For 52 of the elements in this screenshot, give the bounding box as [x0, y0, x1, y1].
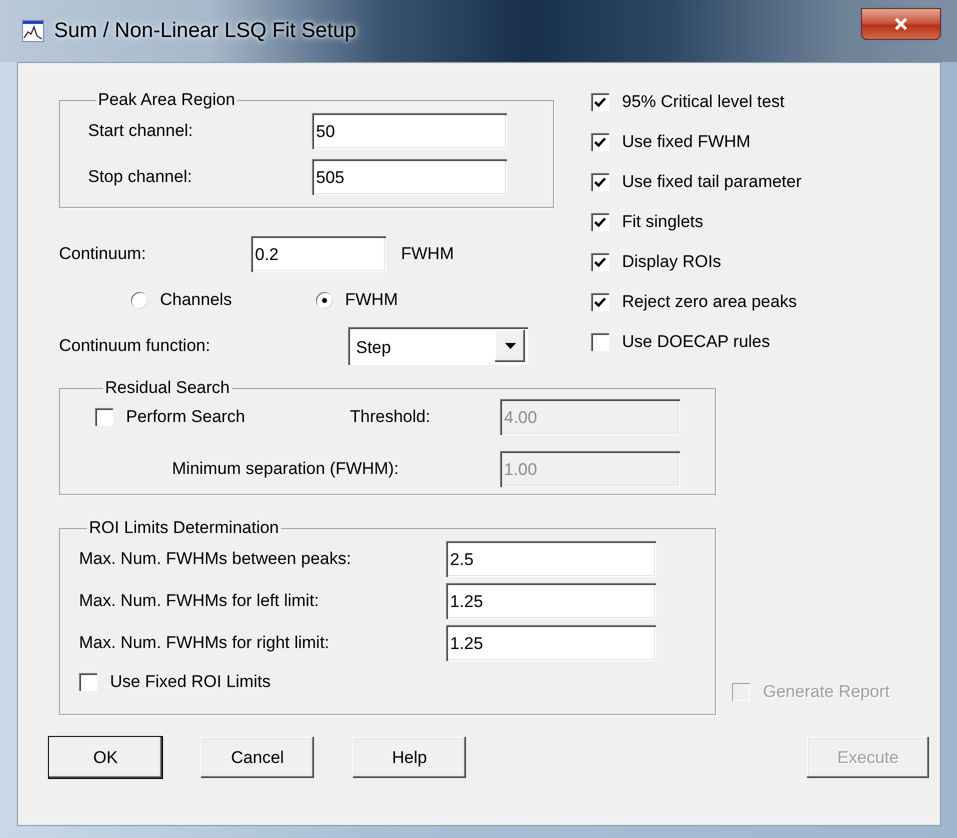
caret-icon	[504, 343, 516, 349]
field-label: Max. Num. FWHMs for left limit:	[79, 591, 320, 611]
checkbox-label: Display ROIs	[622, 252, 722, 272]
chart-icon	[22, 20, 44, 42]
checkbox-label: 95% Critical level test	[622, 92, 785, 112]
unit-label: FWHM	[401, 244, 454, 264]
field-label: Threshold:	[350, 407, 432, 427]
dialog-button[interactable]: Help	[353, 737, 466, 778]
radio-label: FWHM	[345, 290, 398, 310]
field-label: Max. Num. FWHMs for right limit:	[79, 633, 330, 653]
dialog-button[interactable]: OK	[49, 737, 162, 778]
dialog-button[interactable]: Cancel	[201, 737, 314, 778]
checkbox[interactable]	[591, 333, 609, 351]
radio-button[interactable]	[316, 292, 333, 308]
checkbox[interactable]	[591, 133, 609, 151]
radio-button[interactable]	[131, 292, 148, 308]
checkbox-label: Use fixed tail parameter	[622, 172, 802, 192]
input-field[interactable]: 505	[312, 159, 507, 195]
close-button[interactable]	[861, 8, 941, 40]
checkbox-label: Generate Report	[763, 682, 890, 702]
field-label: Stop channel:	[88, 167, 193, 187]
checkbox-label: Use Fixed ROI Limits	[110, 672, 271, 692]
checkbox-label: Use fixed FWHM	[622, 132, 750, 152]
checkbox[interactable]	[591, 93, 609, 111]
radio-label: Channels	[160, 290, 232, 310]
input-field[interactable]: 50	[312, 113, 507, 149]
field-label: Start channel:	[88, 121, 194, 141]
field-label: Minimum separation (FWHM):	[172, 459, 400, 479]
field-label: Continuum:	[59, 244, 147, 264]
input-field[interactable]: 1.25	[446, 625, 656, 661]
checkbox[interactable]	[591, 293, 609, 311]
checkbox-label: Fit singlets	[622, 212, 704, 232]
field-label: Max. Num. FWHMs between peaks:	[79, 549, 352, 569]
group-title: Residual Search	[104, 379, 231, 397]
group-title: Peak Area Region	[97, 91, 236, 109]
input-field[interactable]: 1.25	[446, 583, 656, 619]
field-label: Continuum function:	[59, 336, 212, 356]
checkbox-label: Reject zero area peaks	[622, 292, 797, 312]
checkbox-label: Perform Search	[126, 407, 246, 427]
checkbox[interactable]	[591, 253, 609, 271]
dropdown-button[interactable]	[495, 330, 525, 362]
checkbox[interactable]	[591, 213, 609, 231]
input-field[interactable]: 0.2	[251, 236, 386, 272]
window-title: Sum / Non-Linear LSQ Fit Setup	[54, 19, 356, 43]
close-icon	[894, 18, 908, 30]
checkbox[interactable]	[591, 173, 609, 191]
checkbox[interactable]	[95, 408, 113, 426]
checkbox[interactable]	[79, 673, 97, 691]
dropdown[interactable]: Step	[348, 327, 528, 365]
group-title: ROI Limits Determination	[88, 519, 280, 537]
input-field[interactable]: 2.5	[446, 541, 656, 577]
checkbox-label: Use DOECAP rules	[622, 332, 770, 352]
